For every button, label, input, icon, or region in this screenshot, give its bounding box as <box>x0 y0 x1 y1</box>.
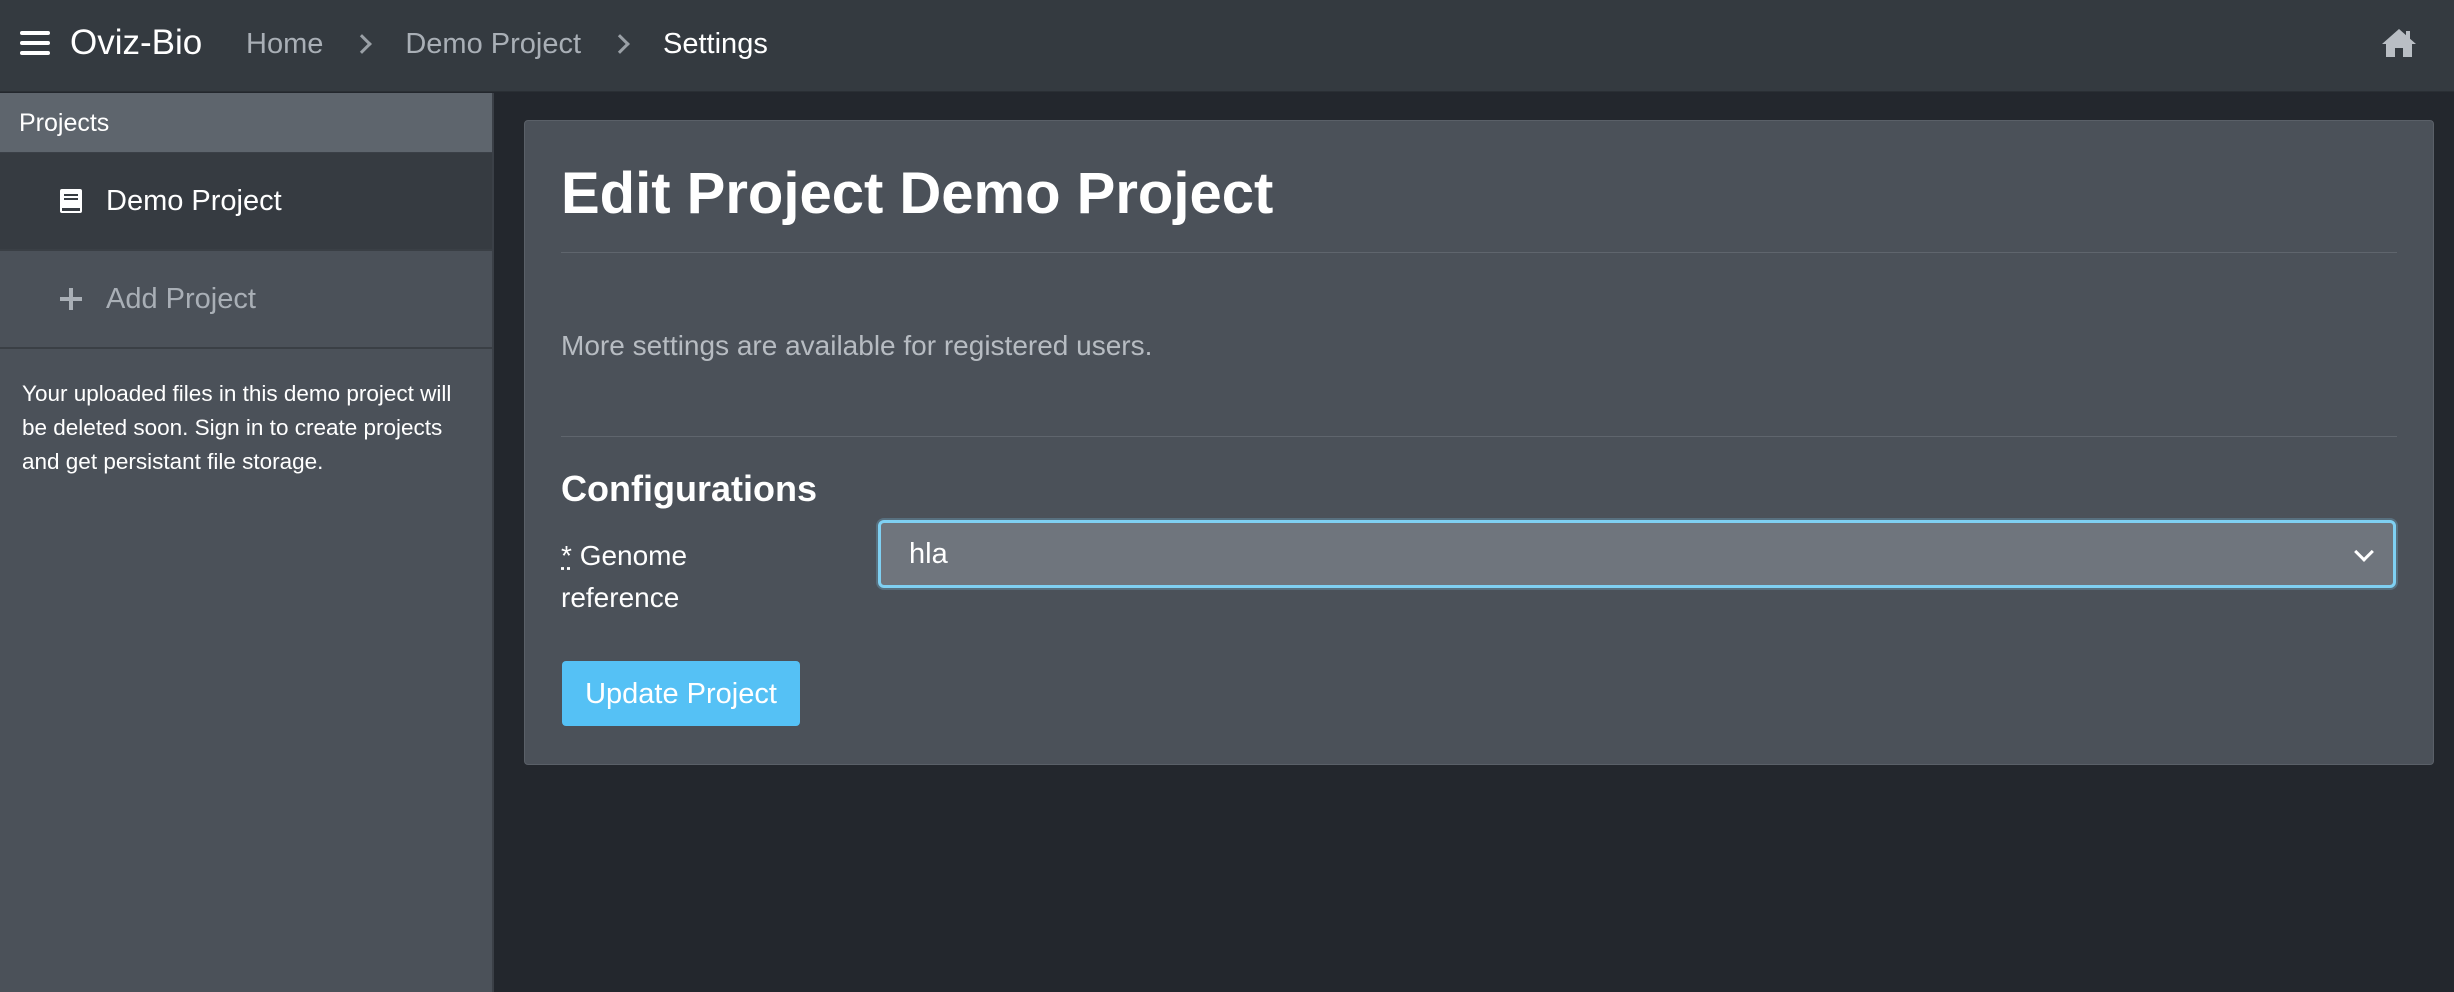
required-mark: * <box>561 540 572 571</box>
sidebar-item-label: Demo Project <box>106 184 282 217</box>
chevron-down-icon <box>2354 542 2374 562</box>
update-project-button[interactable]: Update Project <box>562 661 800 726</box>
sidebar-header: Projects <box>0 93 492 153</box>
section-title: Configurations <box>561 468 817 509</box>
divider <box>561 252 2397 253</box>
book-icon <box>56 186 86 216</box>
sidebar: Projects Demo Project Add Project Your u… <box>0 93 494 992</box>
divider <box>561 436 2397 437</box>
sidebar-item-add-project[interactable]: Add Project <box>0 251 492 349</box>
home-icon[interactable] <box>2380 26 2418 60</box>
genome-reference-label: * Genome reference <box>561 535 761 619</box>
hamburger-menu-icon[interactable] <box>20 26 54 60</box>
info-text: More settings are available for register… <box>561 330 1153 361</box>
breadcrumb-settings: Settings <box>663 28 768 60</box>
brand-title[interactable]: Oviz-Bio <box>70 20 202 66</box>
top-navbar: Oviz-Bio Home Demo Project Settings <box>0 0 2454 92</box>
field-label-text: Genome reference <box>561 540 688 613</box>
sidebar-item-label: Add Project <box>106 282 256 315</box>
demo-notice-text: Your uploaded files in this demo project… <box>22 381 452 474</box>
settings-card: Edit Project Demo Project More settings … <box>524 120 2434 765</box>
genome-reference-select[interactable]: hla <box>878 520 2396 588</box>
breadcrumb: Home Demo Project Settings <box>246 24 768 64</box>
plus-icon <box>56 284 86 314</box>
select-value: hla <box>909 538 948 570</box>
chevron-right-icon <box>610 34 630 54</box>
breadcrumb-home[interactable]: Home <box>246 24 323 64</box>
page-title: Edit Project Demo Project <box>561 161 1274 226</box>
breadcrumb-demo-project[interactable]: Demo Project <box>405 24 581 64</box>
chevron-right-icon <box>352 34 373 54</box>
sidebar-item-demo-project[interactable]: Demo Project <box>0 153 492 251</box>
